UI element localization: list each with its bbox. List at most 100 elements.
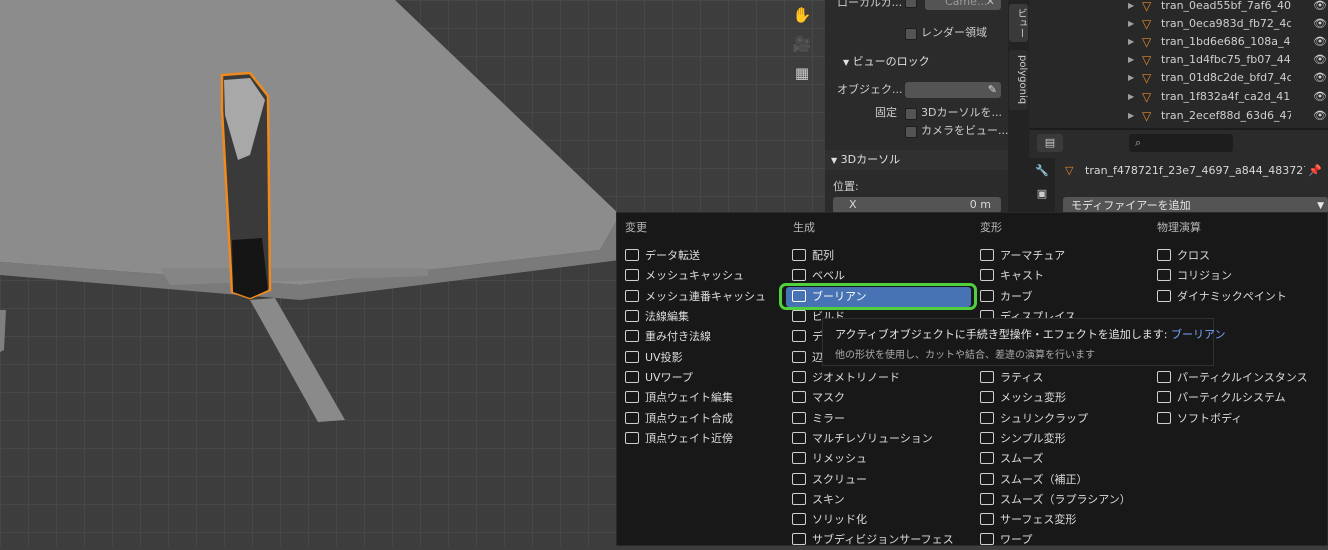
search-input[interactable]: ⌕ [1129,134,1233,152]
normal-edit-icon [625,310,639,322]
sidebar-tabs: ビュー polygoniq [1008,0,1029,212]
menu-item[interactable]: マスク [792,388,845,408]
tooltip: アクティブオブジェクトに手続き型操作・エフェクトを追加します: ブーリアン 他の… [822,318,1226,366]
menu-item[interactable]: ミラー [792,409,845,429]
column-header-edit: 変更 [625,221,647,234]
solidify-icon [792,513,806,525]
pin-icon[interactable]: 📌 [1308,164,1322,177]
uv-warp-icon [625,371,639,383]
menu-item[interactable]: シュリンクラップ [980,409,1088,429]
menu-item[interactable]: 頂点ウェイト近傍 [625,429,733,449]
highlight-annotation [779,283,977,310]
menu-item[interactable]: サブディビジョンサーフェス [792,530,954,550]
editor-type-icon[interactable]: ▤ [1037,134,1063,152]
lock-cursor-checkbox[interactable] [905,108,917,120]
eye-icon[interactable]: 👁 [1313,69,1327,87]
list-item[interactable]: ▶▽tran_1f832a4f_ca2d_41a6_👁 [1029,88,1328,106]
camera-field[interactable]: Came... ✕ [925,0,1001,10]
menu-item[interactable]: コリジョン [1157,266,1232,286]
mask-icon [792,391,806,403]
menu-item[interactable]: データ転送 [625,246,700,266]
grid-icon[interactable]: ▦ [790,62,814,84]
menu-item[interactable]: パーティクルシステム [1157,388,1286,408]
eye-icon[interactable]: 👁 [1313,88,1327,106]
list-item[interactable]: ▶▽tran_2ecef88d_63d6_47a0_👁 [1029,107,1328,125]
menu-item[interactable]: アーマチュア [980,246,1065,266]
local-camera-checkbox[interactable] [905,0,917,8]
shrinkwrap-icon [980,412,994,424]
menu-item[interactable]: 頂点ウェイト編集 [625,388,733,408]
eye-icon[interactable]: 👁 [1313,33,1327,51]
lock-cursor-label: 3Dカーソルを... [921,106,1002,119]
list-item[interactable]: ▶▽tran_1bd6e686_108a_4a16👁 [1029,33,1328,51]
menu-item[interactable]: シンプル変形 [980,429,1066,449]
menu-item[interactable]: メッシュキャッシュ [625,266,744,286]
menu-item[interactable]: キャスト [980,266,1044,286]
tab-view[interactable]: ビュー [1009,4,1028,42]
mesh-icon: ▽ [1142,17,1152,31]
object-field[interactable]: ✎ [905,82,1001,98]
hand-icon[interactable]: ✋ [790,4,814,26]
eyedropper-icon[interactable]: ✎ [988,82,997,98]
menu-item[interactable]: メッシュ連番キャッシュ [625,287,766,307]
menu-item[interactable]: UV投影 [625,348,683,368]
tool-icon[interactable]: 🔧 [1029,164,1055,177]
camera-icon[interactable]: 🎥 [790,33,814,55]
menu-item[interactable]: スムーズ（補正） [980,470,1087,490]
menu-item[interactable]: クロス [1157,246,1210,266]
menu-item[interactable]: 重み付き法線 [625,327,711,347]
menu-item[interactable]: 配列 [792,246,834,266]
menu-item[interactable]: 頂点ウェイト合成 [625,409,733,429]
mesh-cache-icon [625,269,639,281]
menu-item[interactable]: パーティクルインスタンス [1157,368,1308,388]
tab-polygoniq[interactable]: polygoniq [1009,50,1028,110]
vertex-weight-icon [625,391,639,403]
menu-item[interactable]: 法線編集 [625,307,689,327]
edge-split-icon [792,351,806,363]
list-item[interactable]: ▶▽tran_01d8c2de_bfd7_4cd2_👁 [1029,69,1328,87]
menu-item[interactable]: リメッシュ [792,449,867,469]
menu-item[interactable]: ソリッド化 [792,510,867,530]
render-icon[interactable]: ▣ [1029,187,1055,200]
column-header-generate: 生成 [793,221,815,234]
list-item[interactable]: ▶▽tran_0ead55bf_7af6_404b_👁 [1029,0,1328,15]
menu-item[interactable]: ワープ [980,530,1032,550]
lock-label: 固定 [875,106,897,119]
menu-item[interactable]: スムーズ [980,449,1043,469]
eye-icon[interactable]: 👁 [1313,0,1327,15]
menu-item[interactable]: カーブ [980,287,1032,307]
lock-camera-checkbox[interactable] [905,126,917,138]
menu-item[interactable]: UVワープ [625,368,693,388]
column-header-physics: 物理演算 [1157,221,1201,234]
x-field[interactable]: X 0 m [833,197,1001,213]
menu-item[interactable]: ソフトボディ [1157,409,1242,429]
menu-item[interactable]: サーフェス変形 [980,510,1076,530]
3d-cursor-header[interactable]: ▼ 3Dカーソル [825,150,1008,170]
view-lock-header[interactable]: ▼ ビューのロック [843,53,930,71]
menu-item[interactable]: ラティス [980,368,1043,388]
menu-item[interactable]: メッシュ変形 [980,388,1066,408]
eye-icon[interactable]: 👁 [1313,51,1327,69]
menu-item[interactable]: スムーズ（ラプラシアン） [980,490,1131,510]
properties-editor: ▤ ⌕ 🔧 ▣ ▽ tran_f478721f_23e7_4697_a844_4… [1029,128,1328,215]
eye-icon[interactable]: 👁 [1313,107,1327,125]
menu-item[interactable]: スキン [792,490,845,510]
outliner: ▶▽tran_0ead55bf_7af6_404b_👁 ▶▽tran_0eca9… [1029,0,1328,128]
list-item[interactable]: ▶▽tran_1d4fbc75_fb07_4475_👁 [1029,51,1328,69]
curve-icon [980,290,994,302]
bevel-icon [792,269,806,281]
particle-instance-icon [1157,371,1171,383]
menu-item[interactable]: ジオメトリノード [792,368,900,388]
render-region-checkbox[interactable] [905,28,917,40]
chevron-down-icon: ▼ [843,58,850,67]
menu-item[interactable]: スクリュー [792,470,867,490]
lock-camera-label: カメラをビュー... [921,124,1009,137]
tooltip-line1: アクティブオブジェクトに手続き型操作・エフェクトを追加します: ブーリアン [835,328,1226,341]
surface-deform-icon [980,513,994,525]
clear-icon[interactable]: ✕ [986,0,995,10]
smooth-corrective-icon [980,473,994,485]
menu-item[interactable]: マルチレゾリューション [792,429,933,449]
eye-icon[interactable]: 👁 [1313,15,1327,33]
menu-item[interactable]: ダイナミックペイント [1157,287,1287,307]
list-item[interactable]: ▶▽tran_0eca983d_fb72_4d86_👁 [1029,15,1328,33]
